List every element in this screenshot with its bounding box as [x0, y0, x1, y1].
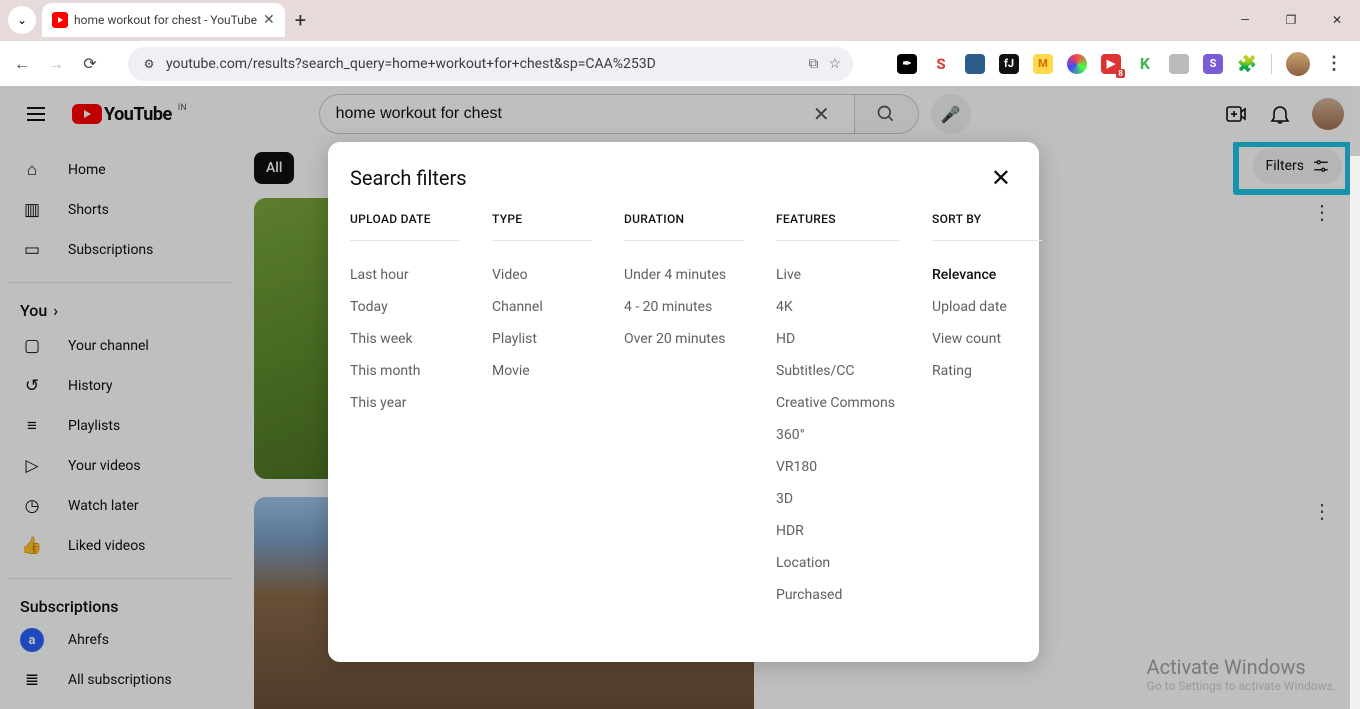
- filter-column-header: Upload date: [350, 212, 460, 241]
- scrollbar-thumb[interactable]: [1350, 86, 1360, 156]
- browser-tab[interactable]: home workout for chest - YouTube ✕: [42, 3, 285, 37]
- extensions-menu-icon[interactable]: 🧩: [1237, 54, 1257, 74]
- extension-icon[interactable]: [1067, 54, 1087, 74]
- address-bar[interactable]: ⚙ youtube.com/results?search_query=home+…: [128, 47, 853, 81]
- filter-option[interactable]: HDR: [776, 515, 900, 547]
- filter-option[interactable]: Under 4 minutes: [624, 259, 744, 291]
- youtube-favicon: [52, 12, 68, 28]
- filter-columns: Upload date Last hour Today This week Th…: [350, 212, 1017, 611]
- filter-column-header: Features: [776, 212, 900, 241]
- bookmark-icon[interactable]: ☆: [828, 56, 841, 72]
- tab-title: home workout for chest - YouTube: [74, 13, 257, 27]
- extension-icon[interactable]: [1169, 54, 1189, 74]
- url-text: youtube.com/results?search_query=home+wo…: [166, 56, 656, 72]
- filter-column-header: Type: [492, 212, 592, 241]
- dialog-title: Search filters: [350, 166, 467, 190]
- filter-option[interactable]: This year: [350, 387, 460, 419]
- new-tab-button[interactable]: +: [295, 8, 306, 32]
- filter-column-sort-by: Sort by Relevance Upload date View count…: [932, 212, 1042, 611]
- forward-button[interactable]: →: [42, 50, 70, 78]
- filter-option[interactable]: 4 - 20 minutes: [624, 291, 744, 323]
- filter-option[interactable]: Last hour: [350, 259, 460, 291]
- filter-option[interactable]: Live: [776, 259, 900, 291]
- extension-icon[interactable]: fJ: [999, 54, 1019, 74]
- extension-icon[interactable]: S: [931, 54, 951, 74]
- tab-close-icon[interactable]: ✕: [263, 12, 275, 28]
- maximize-button[interactable]: ❐: [1268, 0, 1314, 40]
- tab-search-button[interactable]: ⌄: [8, 6, 36, 34]
- filter-option[interactable]: Video: [492, 259, 592, 291]
- extension-icon[interactable]: ▶8: [1101, 54, 1121, 74]
- filter-option[interactable]: HD: [776, 323, 900, 355]
- filter-column-features: Features Live 4K HD Subtitles/CC Creativ…: [776, 212, 900, 611]
- minimize-button[interactable]: —: [1222, 0, 1268, 40]
- separator: [1271, 54, 1272, 74]
- extension-icon[interactable]: K: [1135, 54, 1155, 74]
- browser-titlebar: ⌄ home workout for chest - YouTube ✕ + —…: [0, 0, 1360, 40]
- filter-option[interactable]: Rating: [932, 355, 1042, 387]
- dialog-header: Search filters ✕: [350, 164, 1017, 192]
- filter-column-header: Sort by: [932, 212, 1042, 241]
- extension-icon[interactable]: [965, 54, 985, 74]
- chrome-menu-icon[interactable]: ⋮: [1324, 54, 1344, 74]
- site-info-icon[interactable]: ⚙: [140, 55, 158, 73]
- filter-column-duration: Duration Under 4 minutes 4 - 20 minutes …: [624, 212, 744, 611]
- filter-option[interactable]: Location: [776, 547, 900, 579]
- window-controls: — ❐ ✕: [1222, 0, 1360, 40]
- filter-option[interactable]: Subtitles/CC: [776, 355, 900, 387]
- browser-toolbar: ← → ⟳ ⚙ youtube.com/results?search_query…: [0, 40, 1360, 86]
- filter-option[interactable]: This month: [350, 355, 460, 387]
- filter-option[interactable]: View count: [932, 323, 1042, 355]
- extension-icon[interactable]: ✒: [897, 54, 917, 74]
- back-button[interactable]: ←: [8, 50, 36, 78]
- filter-option[interactable]: Playlist: [492, 323, 592, 355]
- search-filters-dialog: Search filters ✕ Upload date Last hour T…: [328, 142, 1039, 662]
- filter-option[interactable]: Movie: [492, 355, 592, 387]
- filter-option[interactable]: Channel: [492, 291, 592, 323]
- filter-option[interactable]: 3D: [776, 483, 900, 515]
- filter-option[interactable]: Over 20 minutes: [624, 323, 744, 355]
- extension-icon[interactable]: S: [1203, 54, 1223, 74]
- filter-option[interactable]: VR180: [776, 451, 900, 483]
- extensions-row: ✒ S fJ M ▶8 K S 🧩 ⋮: [897, 52, 1352, 76]
- close-window-button[interactable]: ✕: [1314, 0, 1360, 40]
- reload-button[interactable]: ⟳: [76, 50, 104, 78]
- dialog-close-button[interactable]: ✕: [985, 164, 1017, 192]
- filter-option[interactable]: Purchased: [776, 579, 900, 611]
- filter-option[interactable]: Creative Commons: [776, 387, 900, 419]
- filter-column-type: Type Video Channel Playlist Movie: [492, 212, 592, 611]
- install-app-icon[interactable]: ⧉: [808, 56, 818, 72]
- extension-icon[interactable]: M: [1033, 54, 1053, 74]
- filter-option[interactable]: 360°: [776, 419, 900, 451]
- filter-option[interactable]: Today: [350, 291, 460, 323]
- filter-option[interactable]: This week: [350, 323, 460, 355]
- filter-column-header: Duration: [624, 212, 744, 241]
- filter-option[interactable]: Relevance: [932, 259, 1042, 291]
- filter-option[interactable]: Upload date: [932, 291, 1042, 323]
- page-scrollbar[interactable]: [1350, 86, 1360, 709]
- filter-column-upload-date: Upload date Last hour Today This week Th…: [350, 212, 460, 611]
- filter-option[interactable]: 4K: [776, 291, 900, 323]
- profile-avatar[interactable]: [1286, 52, 1310, 76]
